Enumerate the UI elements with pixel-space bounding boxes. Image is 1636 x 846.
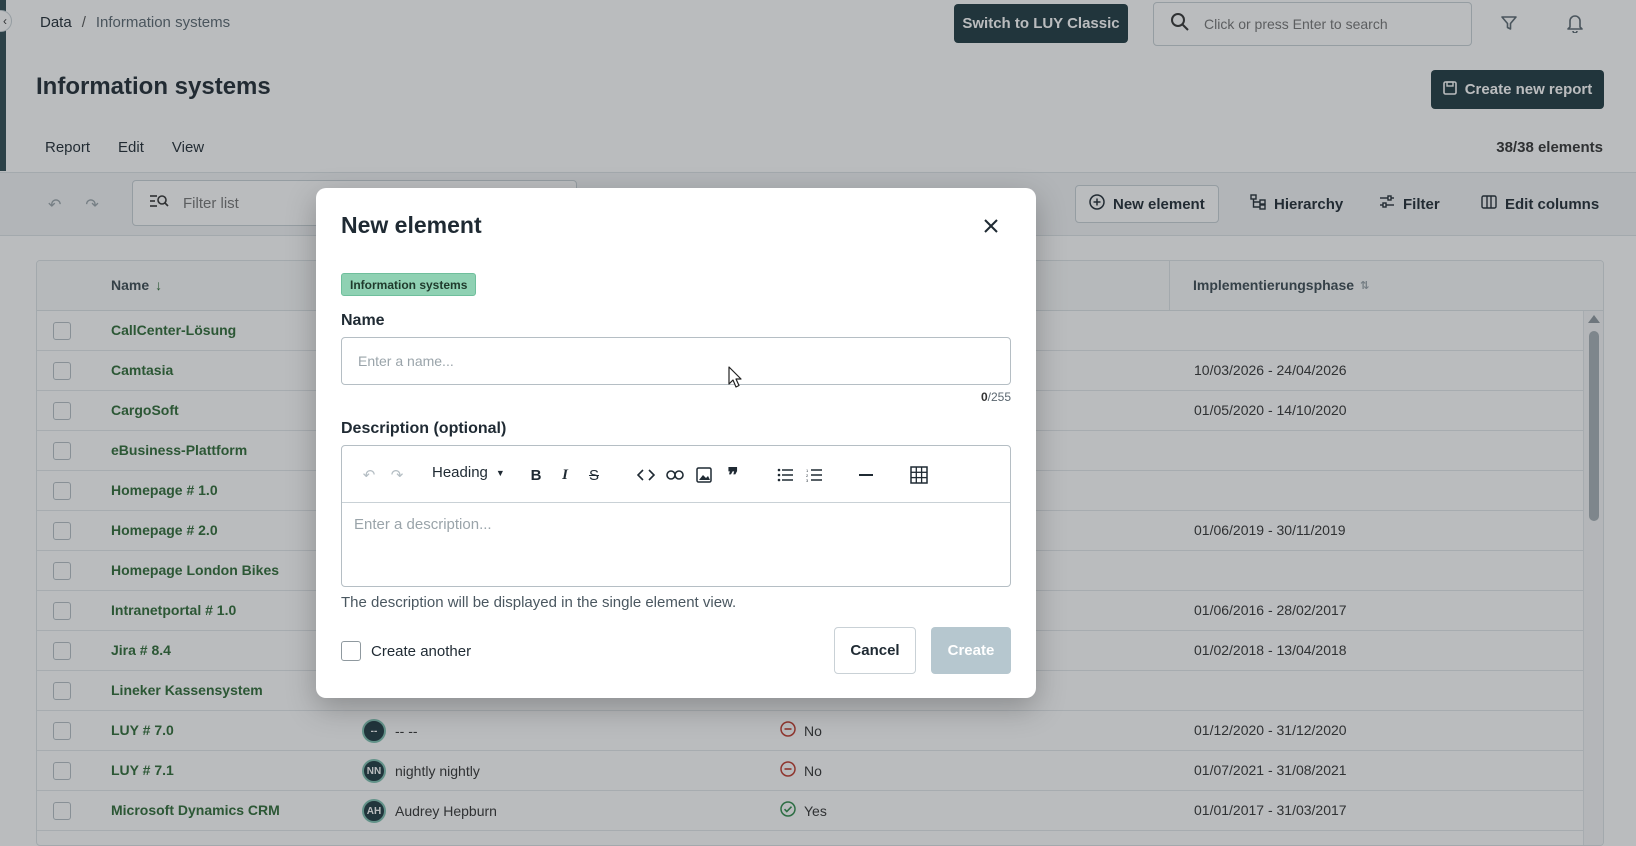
create-another-label: Create another [371,642,472,660]
undo-icon[interactable]: ↶ [358,464,380,486]
heading-select-label: Heading [432,464,488,481]
dialog-title: New element [341,212,482,238]
numbered-list-icon[interactable]: 123 [803,464,825,486]
counter-max: /255 [987,390,1011,404]
create-another-checkbox[interactable]: Create another [341,641,471,661]
mouse-cursor-icon [728,366,742,393]
name-counter: 0/255 [981,390,1011,404]
description-editor: ↶ ↷ Heading ▼ B I S ❞ 1 2 3 Enter a desc… [341,445,1011,587]
type-tag: Information systems [341,273,477,296]
bold-icon[interactable]: B [525,464,547,486]
editor-toolbar: ↶ ↷ Heading ▼ B I S ❞ 1 2 3 [342,446,1010,503]
create-button[interactable]: Create [931,627,1011,674]
quote-icon[interactable]: ❞ [722,464,744,487]
bullet-list-icon[interactable] [774,464,796,486]
redo-icon[interactable]: ↷ [386,464,408,486]
description-hint: The description will be displayed in the… [341,594,737,611]
name-input[interactable] [341,337,1011,385]
description-label: Description (optional) [341,420,507,437]
horizontal-rule-icon[interactable] [855,464,877,486]
table-icon[interactable] [908,464,930,486]
app-root: ‹ Data / Information systems Switch to L… [0,0,1636,846]
counter-current: 0 [980,390,988,404]
heading-select[interactable]: Heading ▼ [432,464,505,481]
close-icon[interactable] [980,215,1002,237]
checkbox[interactable] [341,641,361,661]
code-icon[interactable] [635,464,657,486]
link-icon[interactable] [664,464,686,486]
name-label: Name [341,312,385,329]
cancel-button[interactable]: Cancel [834,627,916,674]
svg-text:3: 3 [806,478,809,482]
strikethrough-icon[interactable]: S [583,464,605,486]
caret-down-icon: ▼ [495,467,505,478]
italic-icon[interactable]: I [554,464,576,486]
image-icon[interactable] [693,464,715,486]
new-element-dialog: New element Information systems Name 0/2… [316,188,1036,698]
description-textarea[interactable]: Enter a description... [354,516,492,533]
